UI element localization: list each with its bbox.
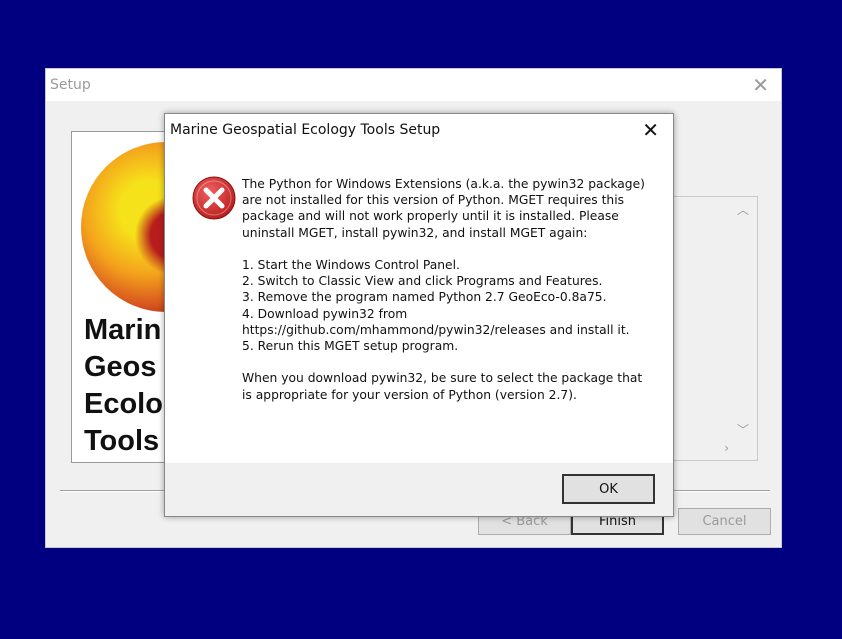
- ok-button[interactable]: OK: [562, 474, 655, 504]
- error-message: The Python for Windows Extensions (a.k.a…: [242, 177, 645, 402]
- cancel-button[interactable]: Cancel: [678, 508, 771, 535]
- banner-text: Marin Geos Ecolo Tools: [84, 314, 163, 457]
- setup-window-title: Setup: [50, 77, 91, 93]
- scroll-up-icon[interactable]: ︿: [737, 201, 749, 218]
- dialog-title: Marine Geospatial Ecology Tools Setup: [170, 122, 441, 138]
- setup-close-icon[interactable]: ✕: [752, 73, 769, 97]
- error-dialog: Marine Geospatial Ecology Tools Setup ✕ …: [164, 113, 674, 517]
- scroll-down-icon[interactable]: ﹀: [737, 421, 749, 438]
- scroll-right-icon[interactable]: ›: [724, 441, 729, 455]
- setup-list-panel: ︿ ﹀ ›: [673, 196, 758, 461]
- dialog-close-icon[interactable]: ✕: [642, 118, 659, 142]
- error-icon: [192, 176, 236, 220]
- setup-titlebar[interactable]: Setup ✕: [46, 69, 781, 101]
